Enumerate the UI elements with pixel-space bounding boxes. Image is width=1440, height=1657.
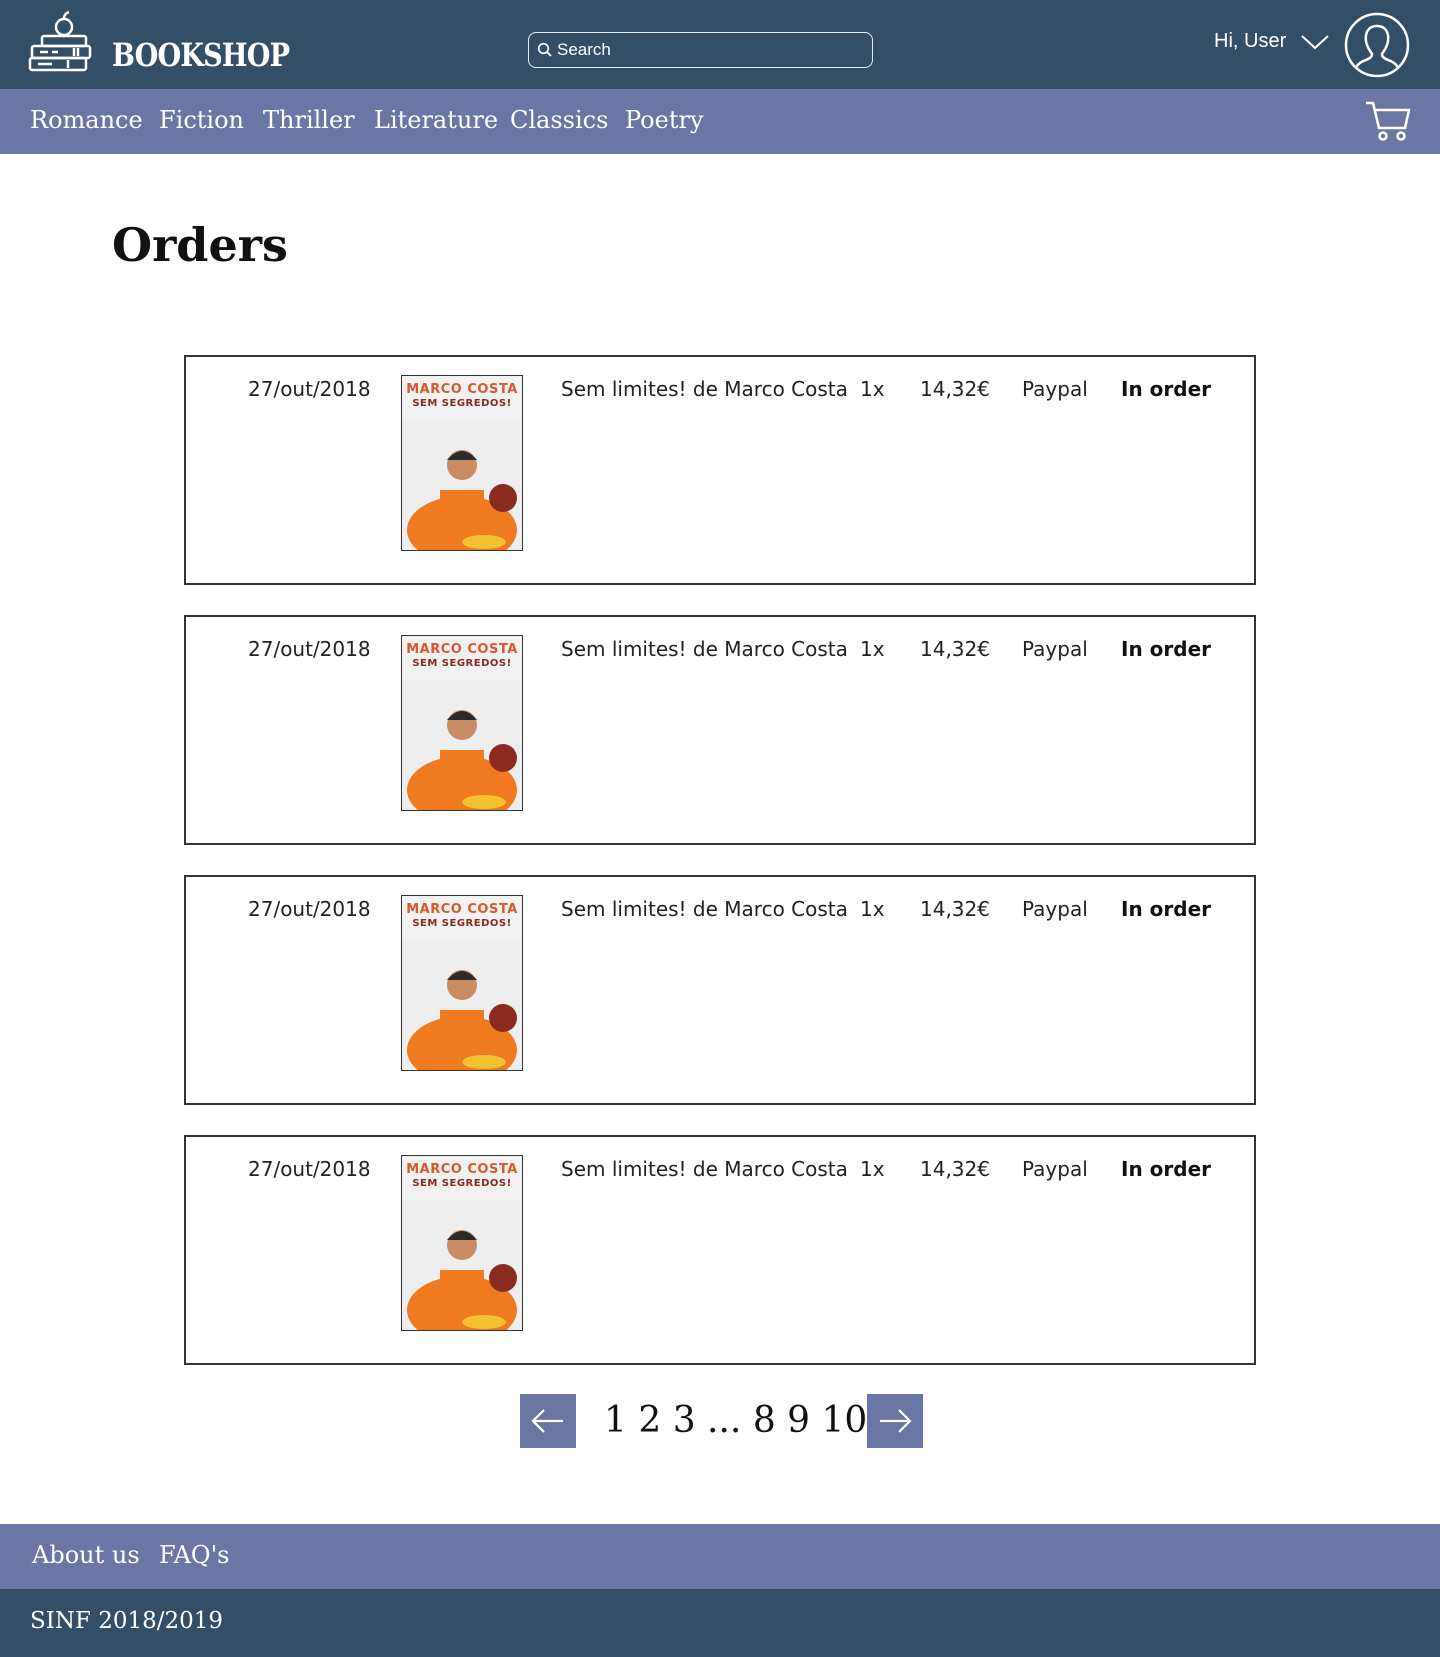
cover-title: SEM SEGREDOS! [412, 658, 512, 669]
search-icon [537, 42, 552, 57]
order-price: 14,32€ [920, 897, 990, 921]
next-page-button[interactable] [867, 1394, 923, 1448]
payment-method: Paypal [1022, 897, 1088, 921]
cart-icon[interactable] [1365, 100, 1411, 142]
logo-text: BOOKSHOP [112, 36, 290, 74]
books-logo-icon [28, 10, 92, 72]
order-date: 27/out/2018 [248, 637, 371, 661]
cover-author: MARCO COSTA [406, 382, 518, 397]
top-header: BOOKSHOP Hi, User [0, 0, 1440, 89]
nav-poetry[interactable]: Poetry [625, 106, 704, 134]
footer-bottom-bar: SINF 2018/2019 [0, 1589, 1440, 1657]
nav-classics[interactable]: Classics [510, 106, 608, 134]
search-box[interactable] [528, 32, 873, 68]
bookshop-logo[interactable]: BOOKSHOP [28, 10, 290, 80]
nav-fiction[interactable]: Fiction [159, 106, 244, 134]
order-date: 27/out/2018 [248, 377, 371, 401]
arrow-right-icon [880, 1409, 912, 1433]
book-title[interactable]: Sem limites! de Marco Costa [561, 897, 848, 921]
order-quantity: 1x [860, 637, 885, 661]
search-input[interactable] [557, 37, 857, 63]
order-status: In order [1121, 377, 1211, 401]
chevron-down-icon[interactable] [1300, 33, 1330, 51]
order-status: In order [1121, 897, 1211, 921]
order-price: 14,32€ [920, 1157, 990, 1181]
order-row[interactable]: 27/out/2018 MARCO COSTA SEM SEGREDOS! Se… [184, 355, 1256, 585]
order-quantity: 1x [860, 377, 885, 401]
order-price: 14,32€ [920, 637, 990, 661]
order-status: In order [1121, 1157, 1211, 1181]
book-cover[interactable]: MARCO COSTA SEM SEGREDOS! [401, 1155, 523, 1331]
order-quantity: 1x [860, 1157, 885, 1181]
nav-thriller[interactable]: Thriller [263, 106, 355, 134]
book-title[interactable]: Sem limites! de Marco Costa [561, 377, 848, 401]
nav-romance[interactable]: Romance [30, 106, 143, 134]
user-greeting[interactable]: Hi, User [1214, 30, 1286, 53]
book-title[interactable]: Sem limites! de Marco Costa [561, 637, 848, 661]
chef-portrait-icon [402, 940, 522, 1070]
nav-literature[interactable]: Literature [374, 106, 498, 134]
user-avatar-icon[interactable] [1344, 12, 1410, 78]
payment-method: Paypal [1022, 377, 1088, 401]
order-row[interactable]: 27/out/2018 MARCO COSTA SEM SEGREDOS! Se… [184, 875, 1256, 1105]
cover-author: MARCO COSTA [406, 1162, 518, 1177]
footer-about-us-link[interactable]: About us [32, 1541, 140, 1569]
chef-portrait-icon [402, 420, 522, 550]
page-title: Orders [112, 218, 288, 272]
chef-portrait-icon [402, 1200, 522, 1330]
order-price: 14,32€ [920, 377, 990, 401]
book-cover[interactable]: MARCO COSTA SEM SEGREDOS! [401, 375, 523, 551]
copyright-text: SINF 2018/2019 [30, 1608, 224, 1634]
order-date: 27/out/2018 [248, 1157, 371, 1181]
chef-portrait-icon [402, 680, 522, 810]
payment-method: Paypal [1022, 1157, 1088, 1181]
cover-title: SEM SEGREDOS! [412, 1178, 512, 1189]
order-quantity: 1x [860, 897, 885, 921]
footer-links-bar: About us FAQ's [0, 1524, 1440, 1589]
page-numbers[interactable]: 1 2 3 ... 8 9 10 [604, 1400, 867, 1441]
order-row[interactable]: 27/out/2018 MARCO COSTA SEM SEGREDOS! Se… [184, 615, 1256, 845]
cover-title: SEM SEGREDOS! [412, 918, 512, 929]
prev-page-button[interactable] [520, 1394, 576, 1448]
cover-title: SEM SEGREDOS! [412, 398, 512, 409]
cover-author: MARCO COSTA [406, 902, 518, 917]
payment-method: Paypal [1022, 637, 1088, 661]
category-nav: Romance Fiction Thriller Literature Clas… [0, 89, 1440, 154]
pagination: 1 2 3 ... 8 9 10 [0, 1394, 1440, 1448]
book-title[interactable]: Sem limites! de Marco Costa [561, 1157, 848, 1181]
arrow-left-icon [531, 1409, 563, 1433]
footer-faq-link[interactable]: FAQ's [159, 1541, 230, 1569]
cover-author: MARCO COSTA [406, 642, 518, 657]
book-cover[interactable]: MARCO COSTA SEM SEGREDOS! [401, 895, 523, 1071]
book-cover[interactable]: MARCO COSTA SEM SEGREDOS! [401, 635, 523, 811]
order-status: In order [1121, 637, 1211, 661]
order-row[interactable]: 27/out/2018 MARCO COSTA SEM SEGREDOS! Se… [184, 1135, 1256, 1365]
order-date: 27/out/2018 [248, 897, 371, 921]
